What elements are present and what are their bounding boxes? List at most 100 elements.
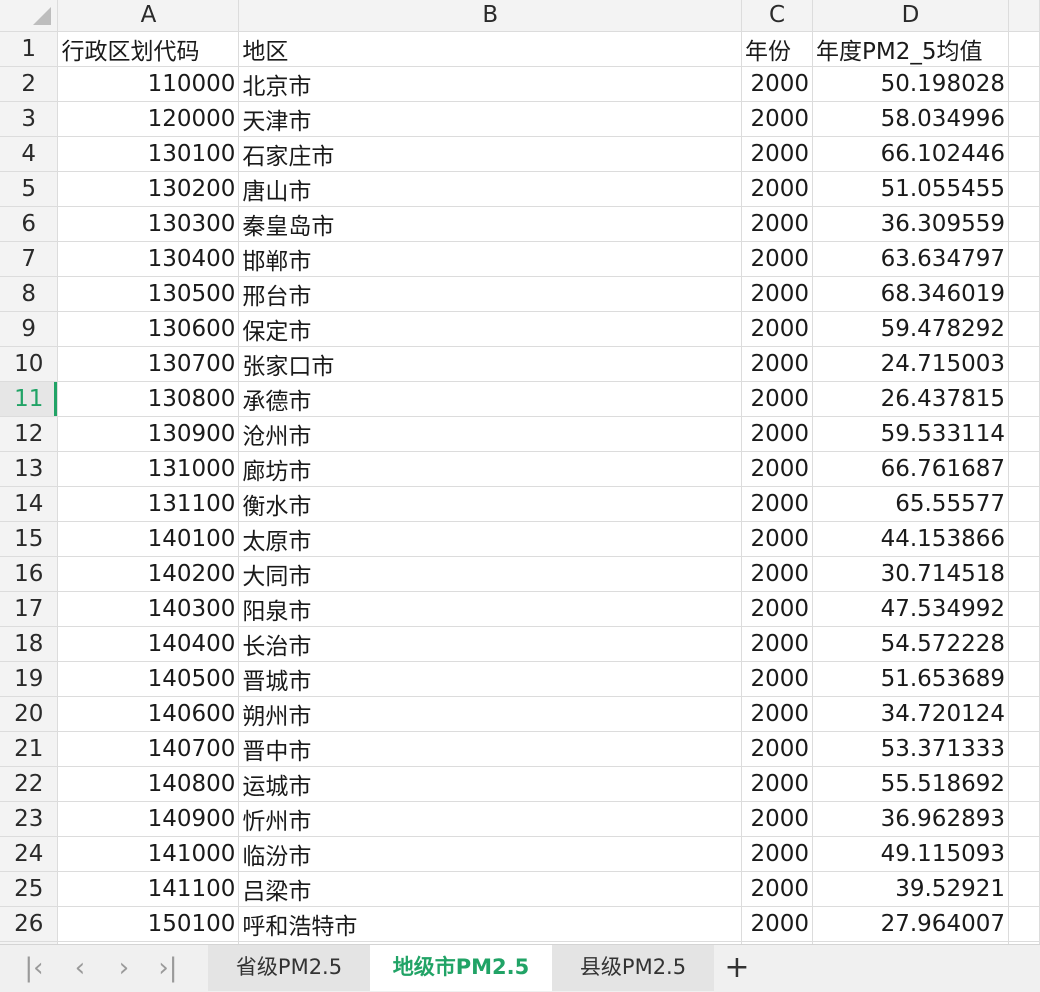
row-header[interactable]: 1 xyxy=(0,31,59,67)
cell-a[interactable]: 120000 xyxy=(57,101,240,137)
row-header[interactable]: 4 xyxy=(0,136,59,172)
column-header-e[interactable] xyxy=(1008,0,1040,32)
cell-b[interactable]: 沧州市 xyxy=(238,416,743,452)
cell-b[interactable]: 阳泉市 xyxy=(238,591,743,627)
cell-a[interactable]: 140100 xyxy=(57,521,240,557)
cell-b[interactable]: 晋中市 xyxy=(238,731,743,767)
cell-d[interactable]: 51.653689 xyxy=(812,661,1009,697)
cell-c[interactable]: 2000 xyxy=(741,486,814,522)
cell-d[interactable]: 55.518692 xyxy=(812,766,1009,802)
cell-e[interactable] xyxy=(1008,416,1040,452)
row-header[interactable]: 3 xyxy=(0,101,59,137)
cell-c[interactable]: 2000 xyxy=(741,171,814,207)
row-header[interactable]: 23 xyxy=(0,801,59,837)
cell-a[interactable]: 140800 xyxy=(57,766,240,802)
row-header[interactable]: 18 xyxy=(0,626,59,662)
cell-e[interactable] xyxy=(1008,871,1040,907)
cell-d[interactable]: 47.534992 xyxy=(812,591,1009,627)
cell-a[interactable]: 130200 xyxy=(57,171,240,207)
row-header[interactable]: 11 xyxy=(0,381,59,417)
cell-e[interactable] xyxy=(1008,696,1040,732)
cell-a[interactable]: 130800 xyxy=(57,381,240,417)
row-header[interactable]: 10 xyxy=(0,346,59,382)
cell-a[interactable]: 130100 xyxy=(57,136,240,172)
cell-d[interactable]: 年度PM2_5均值 xyxy=(812,31,1009,67)
cell-d[interactable]: 54.572228 xyxy=(812,626,1009,662)
cell-d[interactable]: 49.115093 xyxy=(812,836,1009,872)
cell-a[interactable]: 131000 xyxy=(57,451,240,487)
cell-b[interactable]: 衡水市 xyxy=(238,486,743,522)
cell-c[interactable]: 2000 xyxy=(741,416,814,452)
cell-b[interactable]: 天津市 xyxy=(238,101,743,137)
cell-e[interactable] xyxy=(1008,241,1040,277)
row-header[interactable]: 2 xyxy=(0,66,59,102)
row-header[interactable]: 20 xyxy=(0,696,59,732)
cell-e[interactable] xyxy=(1008,661,1040,697)
cell-b[interactable]: 保定市 xyxy=(238,311,743,347)
cell-c[interactable]: 2000 xyxy=(741,311,814,347)
cell-b[interactable]: 吕梁市 xyxy=(238,871,743,907)
cell-b[interactable]: 邯郸市 xyxy=(238,241,743,277)
column-header-a[interactable]: A xyxy=(57,0,240,32)
cell-a[interactable]: 行政区划代码 xyxy=(57,31,240,67)
previous-sheet-icon[interactable]: ‹ xyxy=(64,953,96,983)
cell-b[interactable]: 晋城市 xyxy=(238,661,743,697)
cell-d[interactable]: 36.309559 xyxy=(812,206,1009,242)
column-header-b[interactable]: B xyxy=(238,0,743,32)
cell-a[interactable]: 140700 xyxy=(57,731,240,767)
next-sheet-icon[interactable]: › xyxy=(108,953,140,983)
first-sheet-icon[interactable]: |‹ xyxy=(18,953,50,983)
cell-e[interactable] xyxy=(1008,311,1040,347)
cell-a[interactable]: 110000 xyxy=(57,66,240,102)
cell-d[interactable]: 27.964007 xyxy=(812,906,1009,942)
cell-b[interactable]: 大同市 xyxy=(238,556,743,592)
cell-a[interactable]: 130500 xyxy=(57,276,240,312)
cell-d[interactable]: 30.714518 xyxy=(812,556,1009,592)
cell-a[interactable]: 130600 xyxy=(57,311,240,347)
cell-a[interactable]: 140500 xyxy=(57,661,240,697)
cell-e[interactable] xyxy=(1008,171,1040,207)
row-header[interactable]: 13 xyxy=(0,451,59,487)
cell-c[interactable]: 2000 xyxy=(741,801,814,837)
sheet-tab-county[interactable]: 县级PM2.5 xyxy=(552,945,714,991)
cell-c[interactable]: 2000 xyxy=(741,661,814,697)
cell-e[interactable] xyxy=(1008,276,1040,312)
cell-a[interactable]: 150100 xyxy=(57,906,240,942)
cell-b[interactable]: 秦皇岛市 xyxy=(238,206,743,242)
cell-a[interactable]: 131100 xyxy=(57,486,240,522)
row-header[interactable]: 8 xyxy=(0,276,59,312)
row-header[interactable]: 7 xyxy=(0,241,59,277)
cell-d[interactable]: 66.761687 xyxy=(812,451,1009,487)
cell-c[interactable]: 2000 xyxy=(741,241,814,277)
cell-d[interactable]: 59.533114 xyxy=(812,416,1009,452)
cell-b[interactable]: 邢台市 xyxy=(238,276,743,312)
cell-c[interactable]: 2000 xyxy=(741,101,814,137)
cell-c[interactable]: 2000 xyxy=(741,731,814,767)
cell-d[interactable]: 44.153866 xyxy=(812,521,1009,557)
cell-e[interactable] xyxy=(1008,626,1040,662)
cell-c[interactable]: 2000 xyxy=(741,451,814,487)
cell-d[interactable]: 58.034996 xyxy=(812,101,1009,137)
cell-e[interactable] xyxy=(1008,591,1040,627)
cell-b[interactable]: 地区 xyxy=(238,31,743,67)
cell-b[interactable]: 运城市 xyxy=(238,766,743,802)
row-header[interactable]: 26 xyxy=(0,906,59,942)
column-header-c[interactable]: C xyxy=(741,0,814,32)
row-header[interactable]: 25 xyxy=(0,871,59,907)
row-header[interactable]: 15 xyxy=(0,521,59,557)
row-header[interactable]: 16 xyxy=(0,556,59,592)
row-header[interactable]: 24 xyxy=(0,836,59,872)
cell-a[interactable]: 130700 xyxy=(57,346,240,382)
cell-d[interactable]: 24.715003 xyxy=(812,346,1009,382)
cell-e[interactable] xyxy=(1008,206,1040,242)
cell-e[interactable] xyxy=(1008,66,1040,102)
cell-e[interactable] xyxy=(1008,766,1040,802)
row-header[interactable]: 6 xyxy=(0,206,59,242)
cell-b[interactable]: 忻州市 xyxy=(238,801,743,837)
cell-b[interactable]: 呼和浩特市 xyxy=(238,906,743,942)
cell-a[interactable]: 130900 xyxy=(57,416,240,452)
cell-d[interactable]: 65.55577 xyxy=(812,486,1009,522)
cell-b[interactable]: 北京市 xyxy=(238,66,743,102)
cell-c[interactable]: 2000 xyxy=(741,346,814,382)
cell-b[interactable]: 临汾市 xyxy=(238,836,743,872)
